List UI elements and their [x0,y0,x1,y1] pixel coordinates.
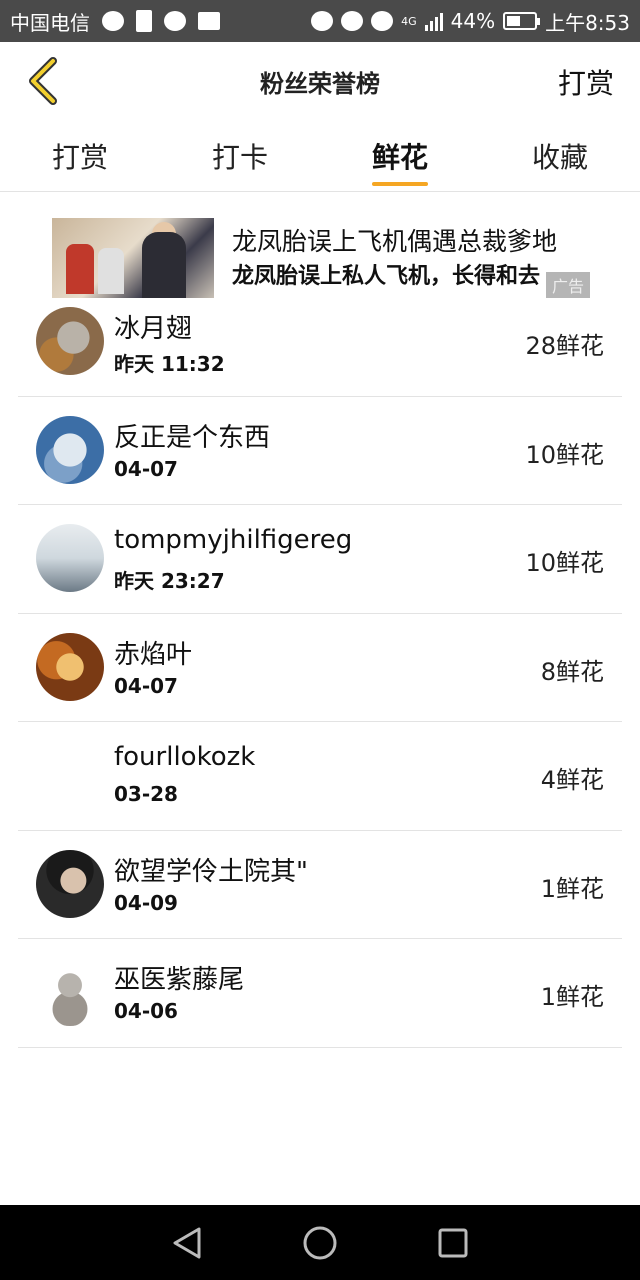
clock: 上午8:53 [545,10,630,35]
list-item[interactable]: 欲望学伶土院其" 04-09 1鲜花 [18,831,622,939]
avatar [36,415,104,484]
list-item[interactable]: 巫医紫藤尾 04-06 1鲜花 [18,939,622,1048]
tab-flowers[interactable]: 鲜花 [320,120,480,191]
signal-icon [424,11,443,31]
hotspot-icon [164,11,186,31]
fan-time: 04-07 [114,456,178,481]
network-type-label: 4G [401,14,417,28]
system-nav-bar [0,1205,640,1280]
status-bar: 中国电信 4G 44% 上午8:53 [0,0,640,42]
tab-reward[interactable]: 打赏 [0,120,160,191]
ad-banner[interactable]: 龙凤胎误上飞机偶遇总裁爹地 龙凤胎误上私人飞机，长得和去 广告 [52,218,590,298]
tab-bar: 打赏 打卡 鲜花 收藏 [0,120,640,192]
battery-percent: 44% [450,9,496,33]
triangle-back-icon [173,1227,201,1258]
image-notification-icon [198,12,220,30]
nav-home-button[interactable] [300,1223,340,1263]
chat-notification-icon [102,11,124,31]
flower-count: 8鲜花 [540,657,604,686]
flower-count: 10鲜花 [525,549,604,577]
fan-time: 04-07 [114,673,178,698]
flower-count: 1鲜花 [540,983,604,1011]
eye-comfort-icon [341,11,364,31]
list-item[interactable]: fourllokozk 03-28 4鲜花 [18,722,622,831]
avatar [36,849,104,918]
wifi-icon [371,11,394,31]
flower-count: 10鲜花 [525,440,604,469]
ad-title: 龙凤胎误上飞机偶遇总裁爹地 [232,227,558,256]
do-not-disturb-icon [311,11,334,31]
battery-icon [503,12,541,30]
fan-name: 欲望学伶土院其" [114,856,308,887]
header: 粉丝荣誉榜 打赏 [0,42,640,120]
fan-time: 昨天 23:27 [114,569,225,593]
fan-name: 冰月翅 [114,314,193,344]
nav-recents-button[interactable] [433,1223,473,1263]
ad-description: 龙凤胎误上私人飞机，长得和去 [232,264,541,289]
fan-time: 04-09 [114,890,178,915]
flower-count: 4鲜花 [540,766,604,794]
list-item[interactable]: 反正是个东西 04-07 10鲜花 [18,397,622,505]
fan-name: tompmyjhilfigereg [114,525,353,555]
reward-button[interactable]: 打赏 [558,62,614,102]
square-recents-icon [438,1228,468,1257]
fan-list: 冰月翅 昨天 11:32 28鲜花 反正是个东西 04-07 10鲜花 tomp… [18,288,622,1048]
sd-card-icon [136,10,152,32]
fan-time: 昨天 11:32 [114,352,225,376]
avatar [36,524,104,592]
avatar [36,741,104,809]
carrier-label: 中国电信 [10,10,90,35]
flower-count: 1鲜花 [540,874,604,903]
fan-name: 赤焰叶 [114,639,193,670]
page-title: 粉丝荣誉榜 [260,70,380,98]
fan-name: 巫医紫藤尾 [114,965,245,995]
fan-time: 04-06 [114,999,178,1023]
fan-time: 03-28 [114,782,178,806]
nav-back-button[interactable] [167,1223,207,1263]
circle-home-icon [303,1226,337,1259]
list-item[interactable]: 冰月翅 昨天 11:32 28鲜花 [18,288,622,397]
avatar [36,958,104,1026]
avatar [36,632,104,701]
ad-thumbnail [52,218,214,298]
avatar [36,307,104,375]
list-item[interactable]: 赤焰叶 04-07 8鲜花 [18,614,622,722]
tab-favorites[interactable]: 收藏 [480,120,640,191]
fan-name: 反正是个东西 [114,422,271,453]
list-item[interactable]: tompmyjhilfigereg 昨天 23:27 10鲜花 [18,505,622,614]
fan-name: fourllokozk [114,742,256,772]
tab-checkin[interactable]: 打卡 [160,120,320,191]
flower-count: 28鲜花 [525,332,604,360]
